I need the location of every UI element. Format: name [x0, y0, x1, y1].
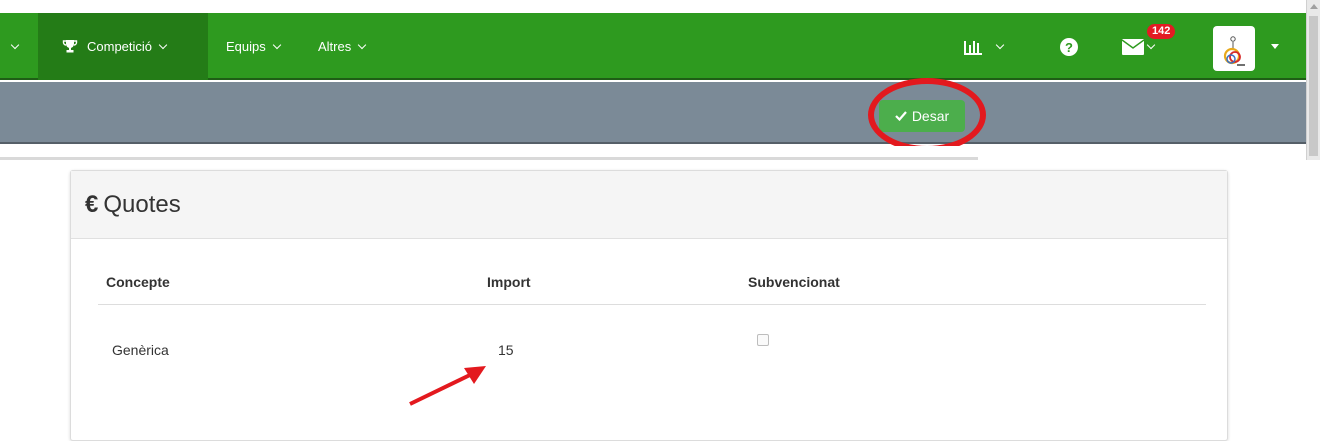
- stats-menu[interactable]: [963, 13, 1005, 80]
- user-avatar[interactable]: [1213, 26, 1255, 71]
- scroll-thumb[interactable]: [1309, 16, 1318, 156]
- column-header-import: Import: [487, 274, 531, 290]
- row-concept: Genèrica: [112, 342, 169, 358]
- user-menu-caret[interactable]: [1271, 13, 1279, 80]
- envelope-icon: [1122, 38, 1144, 55]
- divider: [0, 157, 978, 160]
- svg-text:?: ?: [1065, 40, 1073, 55]
- chevron-down-icon: [357, 40, 367, 49]
- nav-menu-competicio[interactable]: Competició: [38, 13, 208, 80]
- trophy-icon: [62, 40, 78, 53]
- panel-header: € Quotes: [71, 171, 1227, 239]
- euro-icon: €: [85, 190, 99, 218]
- row-amount: 15: [498, 342, 514, 358]
- chevron-down-icon: [1146, 40, 1156, 49]
- column-header-subvencionat: Subvencionat: [748, 274, 840, 290]
- column-header-concepte: Concepte: [106, 274, 170, 290]
- nav-menu-equips[interactable]: Equips: [226, 13, 281, 80]
- help-button[interactable]: ?: [1060, 13, 1078, 80]
- organization-logo: [1223, 36, 1245, 66]
- question-circle-icon: ?: [1060, 37, 1078, 56]
- chevron-down-icon: [158, 40, 168, 49]
- scroll-up-icon[interactable]: [1310, 4, 1318, 9]
- action-toolbar: [0, 82, 1306, 144]
- panel-title: Quotes: [103, 190, 181, 218]
- nav-menu-label: Competició: [87, 39, 153, 54]
- quotes-panel: € Quotes Concepte Import Subvencionat Ge…: [70, 170, 1228, 441]
- chevron-down-icon: [995, 40, 1005, 49]
- messages-count-badge: 142: [1147, 24, 1176, 39]
- caret-down-icon: [1271, 44, 1279, 49]
- messages-menu[interactable]: [1122, 13, 1156, 80]
- page-scrollbar[interactable]: [1306, 0, 1320, 160]
- annotation-circle: [868, 78, 986, 152]
- annotation-arrow-icon: [409, 366, 486, 406]
- nav-menu-label: Altres: [318, 39, 352, 54]
- nav-menu-label: Equips: [226, 39, 266, 54]
- bar-chart-icon: [964, 40, 982, 55]
- nav-left-chevron[interactable]: [10, 13, 20, 80]
- table-header-divider: [98, 304, 1206, 305]
- top-navbar: Competició Equips Altres ?: [0, 13, 1306, 80]
- nav-menu-altres[interactable]: Altres: [318, 13, 367, 80]
- subsidized-checkbox[interactable]: [757, 334, 769, 346]
- chevron-down-icon: [272, 40, 281, 49]
